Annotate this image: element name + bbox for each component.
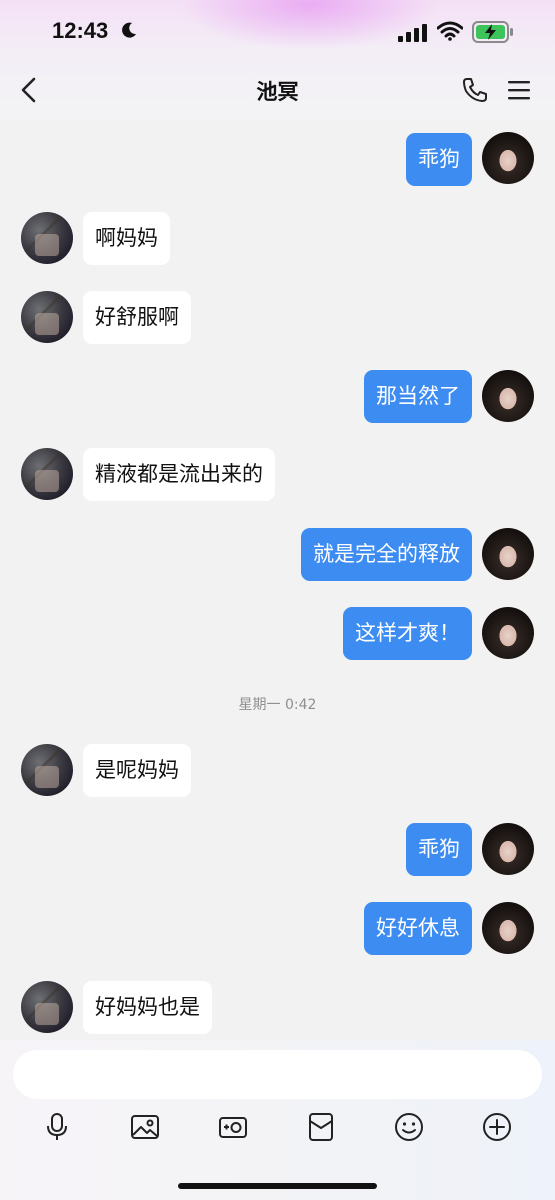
contact-avatar[interactable] [21, 448, 73, 500]
home-indicator [178, 1183, 377, 1189]
contact-avatar[interactable] [21, 744, 73, 796]
phone-call-button[interactable] [461, 76, 489, 104]
plus-icon[interactable] [482, 1112, 512, 1142]
my-avatar[interactable] [482, 528, 534, 580]
my-avatar[interactable] [482, 823, 534, 875]
message-bubble[interactable]: 好好休息 [364, 902, 472, 955]
message-bubble[interactable]: 那当然了 [364, 370, 472, 423]
contact-avatar[interactable] [21, 981, 73, 1033]
time-separator: 星期一 0:42 [238, 697, 317, 713]
input-panel [0, 1040, 555, 1200]
camera-icon[interactable] [218, 1112, 248, 1142]
status-time: 12:43 [52, 18, 109, 43]
my-avatar[interactable] [482, 607, 534, 659]
menu-button[interactable] [507, 78, 531, 102]
message-bubble[interactable]: 就是完全的释放 [301, 528, 472, 581]
message-bubble[interactable]: 精液都是流出来的 [83, 448, 275, 501]
message-bubble[interactable]: 这样才爽！ [343, 607, 472, 660]
my-avatar[interactable] [482, 902, 534, 954]
cellular-signal-icon [398, 24, 427, 42]
message-bubble[interactable]: 啊妈妈 [83, 212, 170, 265]
my-avatar[interactable] [482, 370, 534, 422]
message-bubble[interactable]: 好舒服啊 [83, 291, 191, 344]
microphone-icon[interactable] [42, 1112, 72, 1142]
image-icon[interactable] [130, 1112, 160, 1142]
message-bubble[interactable]: 好妈妈也是 [83, 981, 212, 1034]
emoji-icon[interactable] [394, 1112, 424, 1142]
message-bubble[interactable]: 乖狗 [406, 823, 472, 876]
message-bubble[interactable]: 乖狗 [406, 133, 472, 186]
top-bar: 12:43 池冥 [0, 0, 555, 118]
message-input[interactable] [13, 1050, 542, 1099]
my-avatar[interactable] [482, 132, 534, 184]
moon-icon [122, 22, 136, 38]
wifi-icon [437, 21, 463, 41]
contact-avatar[interactable] [21, 212, 73, 264]
contact-avatar[interactable] [21, 291, 73, 343]
battery-charging-icon [472, 21, 513, 43]
red-packet-icon[interactable] [306, 1112, 336, 1142]
message-bubble[interactable]: 是呢妈妈 [83, 744, 191, 797]
chat-list[interactable]: 乖狗 啊妈妈 好舒服啊 那当然了 精液都是流出来的 就是完全的释放 这样才爽！ … [0, 118, 555, 1040]
